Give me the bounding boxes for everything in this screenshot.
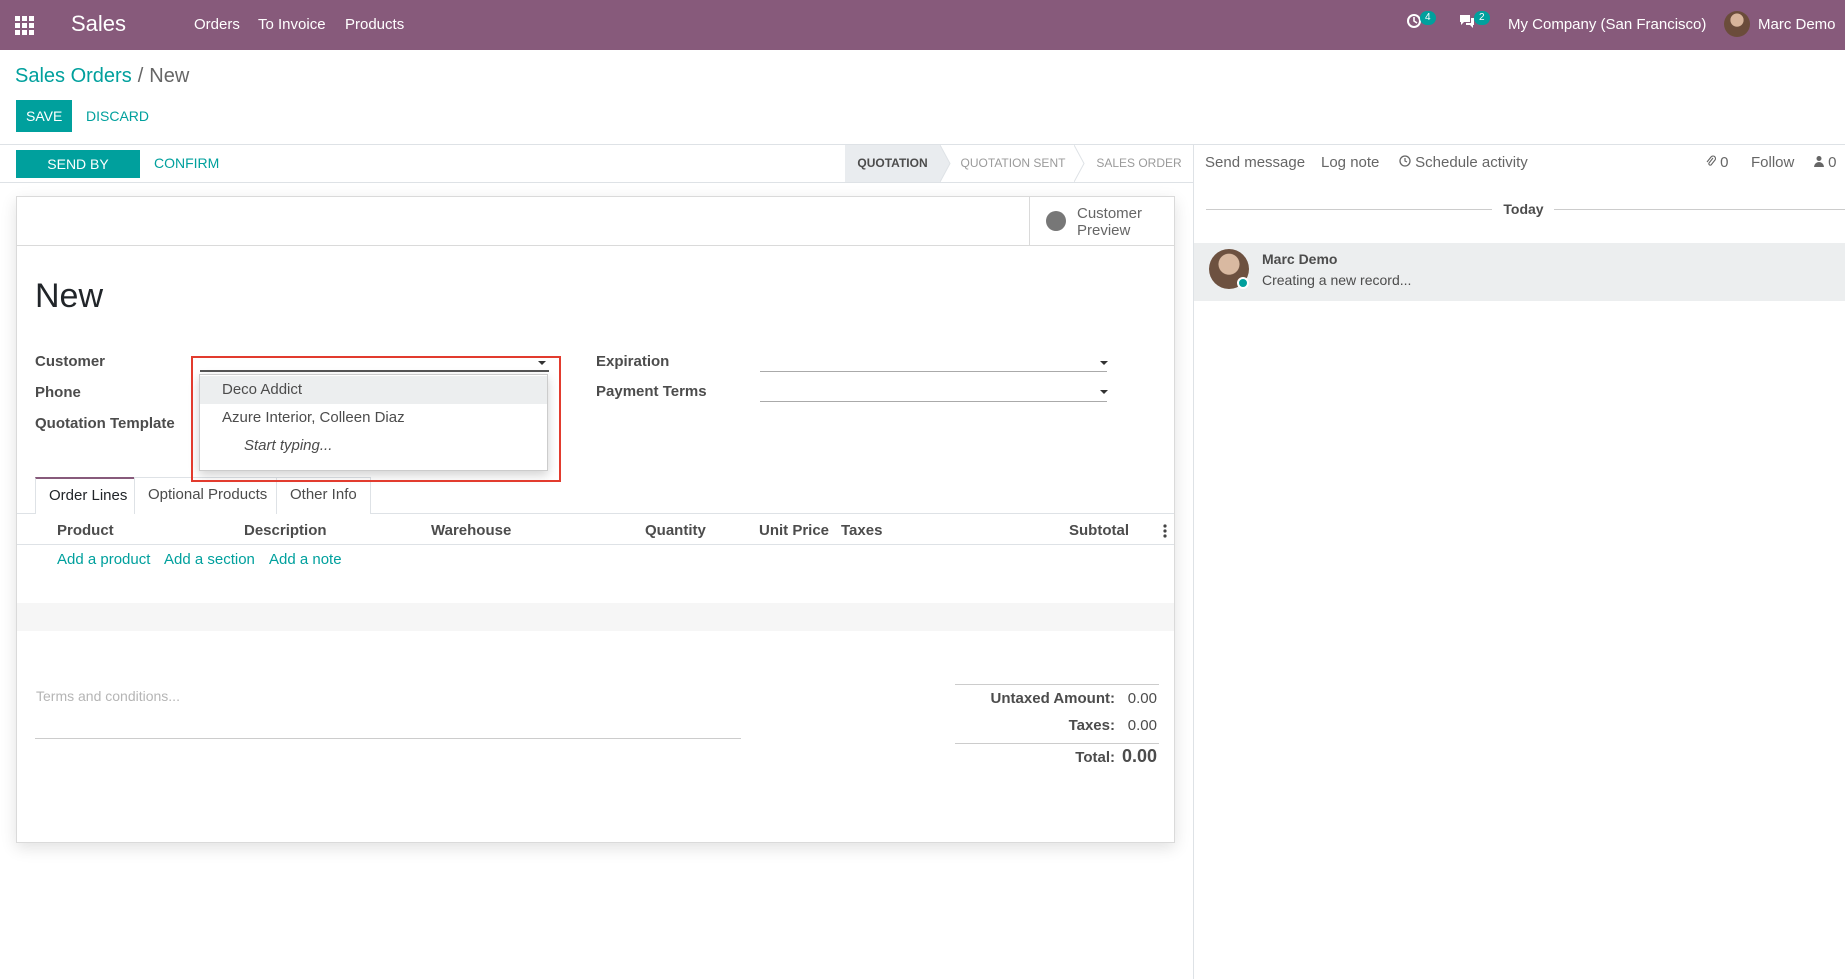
paperclip-icon [1706, 155, 1717, 166]
app-name[interactable]: Sales [71, 11, 126, 37]
activity-icon[interactable]: 4 [1406, 11, 1436, 34]
customer-preview-line1: Customer [1077, 205, 1143, 222]
save-button[interactable]: SAVE [16, 100, 72, 132]
total-value: 0.00 [1121, 746, 1157, 766]
stage-arrow-icon [1074, 145, 1085, 182]
menu-to-invoice[interactable]: To Invoice [258, 16, 326, 33]
chatter-message: Marc Demo Creating a new record... [1194, 243, 1845, 301]
empty-row [17, 603, 1174, 631]
customer-label: Customer [35, 353, 106, 370]
column-unit-price[interactable]: Unit Price [759, 522, 829, 539]
globe-icon [1046, 211, 1066, 231]
payment-terms-label: Payment Terms [596, 383, 707, 400]
form-sheet: Customer Preview New Customer Phone Quot… [16, 196, 1175, 843]
breadcrumb-separator: / [137, 65, 144, 87]
optional-columns-icon[interactable] [1163, 524, 1167, 538]
quotation-template-label: Quotation Template [35, 415, 175, 432]
add-product-link[interactable]: Add a product [57, 551, 150, 568]
user-avatar[interactable] [1724, 11, 1750, 37]
breadcrumb: Sales Orders / New [15, 65, 189, 88]
message-count-badge: 2 [1474, 11, 1490, 25]
untaxed-amount-value: 0.00 [1127, 690, 1157, 707]
totals-divider [955, 684, 1159, 685]
empty-row [17, 575, 1174, 603]
clock-icon [1399, 155, 1411, 167]
button-box: Customer Preview [17, 197, 1174, 246]
menu-orders[interactable]: Orders [194, 16, 240, 33]
add-note-link[interactable]: Add a note [269, 551, 342, 568]
breadcrumb-current: New [149, 65, 190, 87]
date-separator: Today [1194, 199, 1845, 219]
schedule-activity-button[interactable]: Schedule activity [1399, 154, 1528, 171]
customer-preview-line2: Preview [1077, 222, 1131, 239]
stage-quotation[interactable]: QUOTATION [845, 145, 940, 182]
message-author[interactable]: Marc Demo [1262, 251, 1337, 267]
followers-count: 0 [1828, 154, 1837, 171]
add-line-row: Add a product Add a section Add a note [17, 545, 1174, 575]
terms-placeholder[interactable]: Terms and conditions... [36, 688, 180, 704]
payment-terms-caret-icon[interactable] [1100, 390, 1108, 394]
stage-arrow-icon [940, 145, 951, 182]
online-status-icon [1237, 277, 1249, 289]
totals-divider [955, 743, 1159, 744]
untaxed-amount-label: Untaxed Amount: [990, 690, 1115, 707]
column-product[interactable]: Product [57, 522, 114, 539]
notebook-tabs: Order Lines Optional Products Other Info [17, 477, 1174, 514]
terms-underline [35, 738, 741, 739]
activity-count-badge: 4 [1420, 11, 1436, 25]
tab-optional-products[interactable]: Optional Products [134, 477, 282, 514]
status-bar: SEND BY EMAIL CONFIRM QUOTATION QUOTATIO… [0, 145, 1193, 200]
user-menu[interactable]: Marc Demo [1758, 16, 1836, 33]
expiration-input[interactable] [760, 350, 1107, 372]
tab-other-info[interactable]: Other Info [276, 477, 371, 514]
customer-preview-button[interactable]: Customer Preview [1029, 197, 1174, 246]
follow-button[interactable]: Follow [1751, 154, 1794, 171]
date-separator-label: Today [1503, 201, 1544, 217]
send-message-button[interactable]: Send message [1205, 154, 1305, 171]
messaging-icon[interactable]: 2 [1458, 11, 1490, 34]
confirm-button[interactable]: CONFIRM [154, 155, 219, 171]
followers-button[interactable]: 0 [1814, 154, 1837, 171]
phone-label: Phone [35, 384, 81, 401]
column-taxes[interactable]: Taxes [841, 522, 882, 539]
tab-order-lines[interactable]: Order Lines [35, 477, 142, 514]
attachments-count: 0 [1720, 154, 1729, 171]
discard-button[interactable]: DISCARD [86, 108, 149, 124]
payment-terms-input[interactable] [760, 380, 1107, 402]
breadcrumb-sales-orders[interactable]: Sales Orders [15, 65, 132, 87]
chatter-panel: Send message Log note Schedule activity … [1193, 145, 1845, 979]
total-label: Total: [1075, 749, 1115, 766]
column-quantity[interactable]: Quantity [645, 522, 706, 539]
customer-preview-label: Customer Preview [1077, 205, 1142, 239]
top-navbar: Sales Orders To Invoice Products 4 2 My … [0, 0, 1845, 50]
column-warehouse[interactable]: Warehouse [431, 522, 511, 539]
expiration-label: Expiration [596, 353, 670, 370]
attachments-button[interactable]: 0 [1706, 154, 1729, 171]
expiration-caret-icon[interactable] [1100, 361, 1108, 365]
menu-products[interactable]: Products [345, 16, 404, 33]
stage-sales-order[interactable]: SALES ORDER [1086, 145, 1192, 182]
message-body: Creating a new record... [1262, 272, 1412, 288]
send-by-email-button[interactable]: SEND BY EMAIL [16, 150, 140, 200]
add-section-link[interactable]: Add a section [164, 551, 255, 568]
taxes-value: 0.00 [1127, 717, 1157, 734]
log-note-button[interactable]: Log note [1321, 154, 1379, 171]
taxes-label: Taxes: [1068, 717, 1115, 734]
app-menu-icon[interactable] [15, 16, 35, 35]
highlight-annotation-box [191, 356, 561, 482]
stage-quotation-sent[interactable]: QUOTATION SENT [952, 145, 1074, 182]
user-icon [1814, 156, 1824, 167]
record-title: New [35, 277, 104, 315]
column-description[interactable]: Description [244, 522, 327, 539]
company-switcher[interactable]: My Company (San Francisco) [1508, 16, 1706, 33]
order-lines-header: Product Description Warehouse Quantity U… [17, 514, 1174, 545]
schedule-activity-label: Schedule activity [1415, 154, 1528, 171]
column-subtotal[interactable]: Subtotal [1069, 522, 1129, 539]
